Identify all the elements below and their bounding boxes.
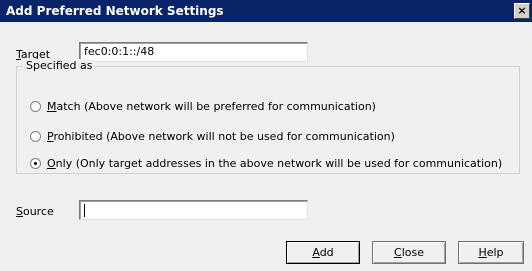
radio-only-button[interactable] — [30, 158, 41, 169]
close-icon: × — [517, 4, 527, 17]
radio-prohibited-label: rohibited (Above network will not be use… — [53, 130, 395, 143]
title-bar[interactable]: Add Preferred Network Settings × — [0, 0, 532, 22]
source-label: Source — [16, 205, 54, 218]
radio-only-label: nly (Only target addresses in the above … — [55, 157, 503, 170]
help-button[interactable]: Help — [458, 241, 524, 264]
dialog-title: Add Preferred Network Settings — [6, 4, 224, 18]
radio-match[interactable]: Match (Above network will be preferred f… — [30, 100, 376, 113]
add-preferred-network-dialog: Add Preferred Network Settings × Target … — [0, 0, 532, 271]
radio-only[interactable]: Only (Only target addresses in the above… — [30, 157, 502, 170]
target-input-value: fec0:0:1::/48 — [84, 45, 155, 58]
close-window-button[interactable]: × — [514, 3, 530, 19]
target-input[interactable]: fec0:0:1::/48 — [79, 42, 308, 62]
radio-prohibited[interactable]: Prohibited (Above network will not be us… — [30, 130, 395, 143]
close-button[interactable]: Close — [372, 241, 446, 264]
text-caret — [84, 203, 85, 217]
specified-as-legend: Specified as — [23, 59, 96, 72]
source-input[interactable] — [79, 200, 308, 220]
radio-match-label: atch (Above network will be preferred fo… — [56, 100, 376, 113]
radio-prohibited-button[interactable] — [30, 131, 41, 142]
radio-match-button[interactable] — [30, 101, 41, 112]
add-button[interactable]: Add — [286, 241, 360, 264]
